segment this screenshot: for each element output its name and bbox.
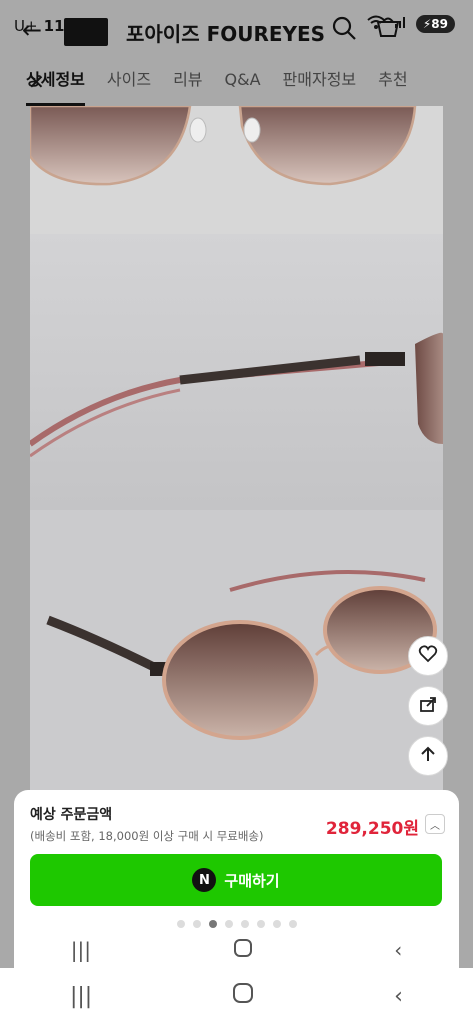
- tab-qna[interactable]: Q&A: [225, 58, 261, 106]
- brand-title[interactable]: 포아이즈 FOUREYES: [126, 18, 325, 47]
- inner-navigation-bar: ||| ‹: [0, 932, 473, 968]
- heart-icon: [418, 644, 438, 668]
- detail-tabs: 상세정보 사이즈 리뷰 Q&A 판매자정보 추천: [0, 58, 473, 106]
- brand-logo: [64, 18, 108, 46]
- system-navigation-bar: ||| ‹: [0, 968, 473, 1024]
- wishlist-button[interactable]: [408, 636, 448, 676]
- cart-icon[interactable]: [374, 14, 402, 42]
- arrow-up-icon: [419, 745, 437, 767]
- carousel-dot-active: [208, 920, 217, 928]
- tab-recommend[interactable]: 추천: [378, 58, 407, 106]
- scroll-top-button[interactable]: [408, 736, 448, 776]
- buy-button[interactable]: N 구매하기: [30, 854, 442, 906]
- product-photo-temple: [30, 234, 443, 510]
- chevron-up-icon[interactable]: ︿: [425, 814, 445, 834]
- carousel-indicator: [0, 920, 473, 932]
- carousel-dot: [288, 920, 297, 928]
- carousel-dot: [256, 920, 265, 928]
- back-nav-icon[interactable]: ‹: [394, 938, 402, 962]
- home-icon[interactable]: [233, 938, 253, 963]
- share-icon: [418, 694, 438, 718]
- home-icon[interactable]: [232, 982, 254, 1010]
- carousel-dot: [240, 920, 249, 928]
- tab-review[interactable]: 리뷰: [173, 58, 202, 106]
- carousel-dot: [192, 920, 201, 928]
- recent-apps-icon[interactable]: |||: [70, 984, 92, 1009]
- back-icon[interactable]: ←: [22, 16, 42, 44]
- carousel-dot: [224, 920, 233, 928]
- product-photo-angled: [30, 510, 443, 790]
- order-total-title: 예상 주문금액: [30, 807, 113, 823]
- share-button[interactable]: [408, 686, 448, 726]
- tab-seller-info[interactable]: 판매자정보: [283, 58, 357, 106]
- shipping-note: (배송비 포함, 18,000원 이상 구매 시 무료배송): [30, 829, 264, 843]
- buy-button-label: 구매하기: [224, 871, 280, 890]
- order-total-price: 289,250원: [325, 819, 419, 839]
- close-icon[interactable]: ✕: [28, 70, 45, 94]
- tab-size[interactable]: 사이즈: [107, 58, 151, 106]
- naver-pay-icon: N: [192, 868, 217, 892]
- carousel-dot: [272, 920, 281, 928]
- product-photo-lenses-bottom: [30, 106, 443, 234]
- recent-apps-icon[interactable]: |||: [71, 938, 91, 962]
- back-nav-icon[interactable]: ‹: [394, 984, 403, 1009]
- search-icon[interactable]: [330, 14, 358, 42]
- app-header: ← 포아이즈 FOUREYES: [0, 10, 473, 50]
- app-screen: U+ 11:42 ⚡89 ← 포아이즈 FOUREYES 상세정보 사이즈 리뷰…: [0, 0, 473, 968]
- carousel-dot: [176, 920, 185, 928]
